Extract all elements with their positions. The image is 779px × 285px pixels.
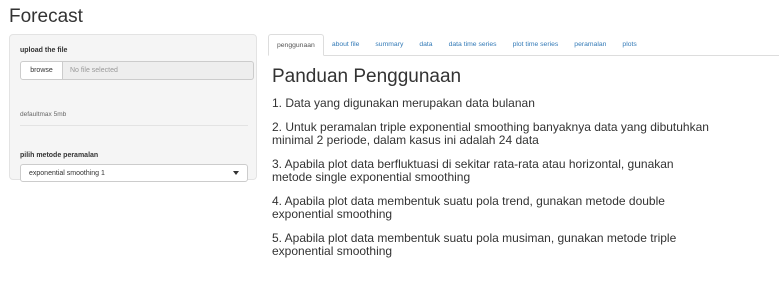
tab-summary[interactable]: summary [367,34,411,55]
sidebar-panel: upload the file browse No file selected … [9,34,257,182]
guide-list: 1. Data yang digunakan merupakan data bu… [272,97,779,258]
sidebar-divider [20,125,248,126]
tab-data-time-series[interactable]: data time series [441,34,505,55]
browse-button[interactable]: browse [20,61,63,80]
method-select-value: exponential smoothing 1 [29,169,105,177]
tab-bar: penggunaan about file summary data data … [268,34,779,56]
file-name-field[interactable]: No file selected [63,61,254,80]
guide-item: 4. Apabila plot data membentuk suatu pol… [272,195,779,221]
tab-data[interactable]: data [411,34,440,55]
caret-down-icon [233,171,239,175]
tab-plots[interactable]: plots [614,34,644,55]
guide-line: minimal 2 periode, dalam kasus ini adala… [272,133,539,147]
guide-item: 3. Apabila plot data berfluktuasi di sek… [272,158,779,184]
guide-line: exponential smoothing [272,207,393,221]
tab-penggunaan[interactable]: penggunaan [268,34,324,56]
upload-label: upload the file [20,47,68,54]
guide-item: 1. Data yang digunakan merupakan data bu… [272,97,779,110]
guide-line: exponential smoothing [272,244,393,258]
app-title: Forecast [9,6,83,27]
main-content: Panduan Penggunaan 1. Data yang digunaka… [272,66,779,258]
method-label: pilih metode peramalan [20,152,99,159]
guide-item: 5. Apabila plot data membentuk suatu pol… [272,232,779,258]
tab-about-file[interactable]: about file [324,34,368,55]
tab-plot-time-series[interactable]: plot time series [505,34,567,55]
tab-peramalan[interactable]: peramalan [566,34,614,55]
guide-line: 1. Data yang digunakan merupakan data bu… [272,96,535,110]
method-select[interactable]: exponential smoothing 1 [20,164,248,182]
max-size-note: defaultmax 5mb [20,111,67,118]
file-upload: browse No file selected [20,61,254,80]
page-heading: Panduan Penggunaan [272,66,462,87]
guide-line: metode single exponential smoothing [272,170,471,184]
guide-item: 2. Untuk peramalan triple exponential sm… [272,121,779,147]
